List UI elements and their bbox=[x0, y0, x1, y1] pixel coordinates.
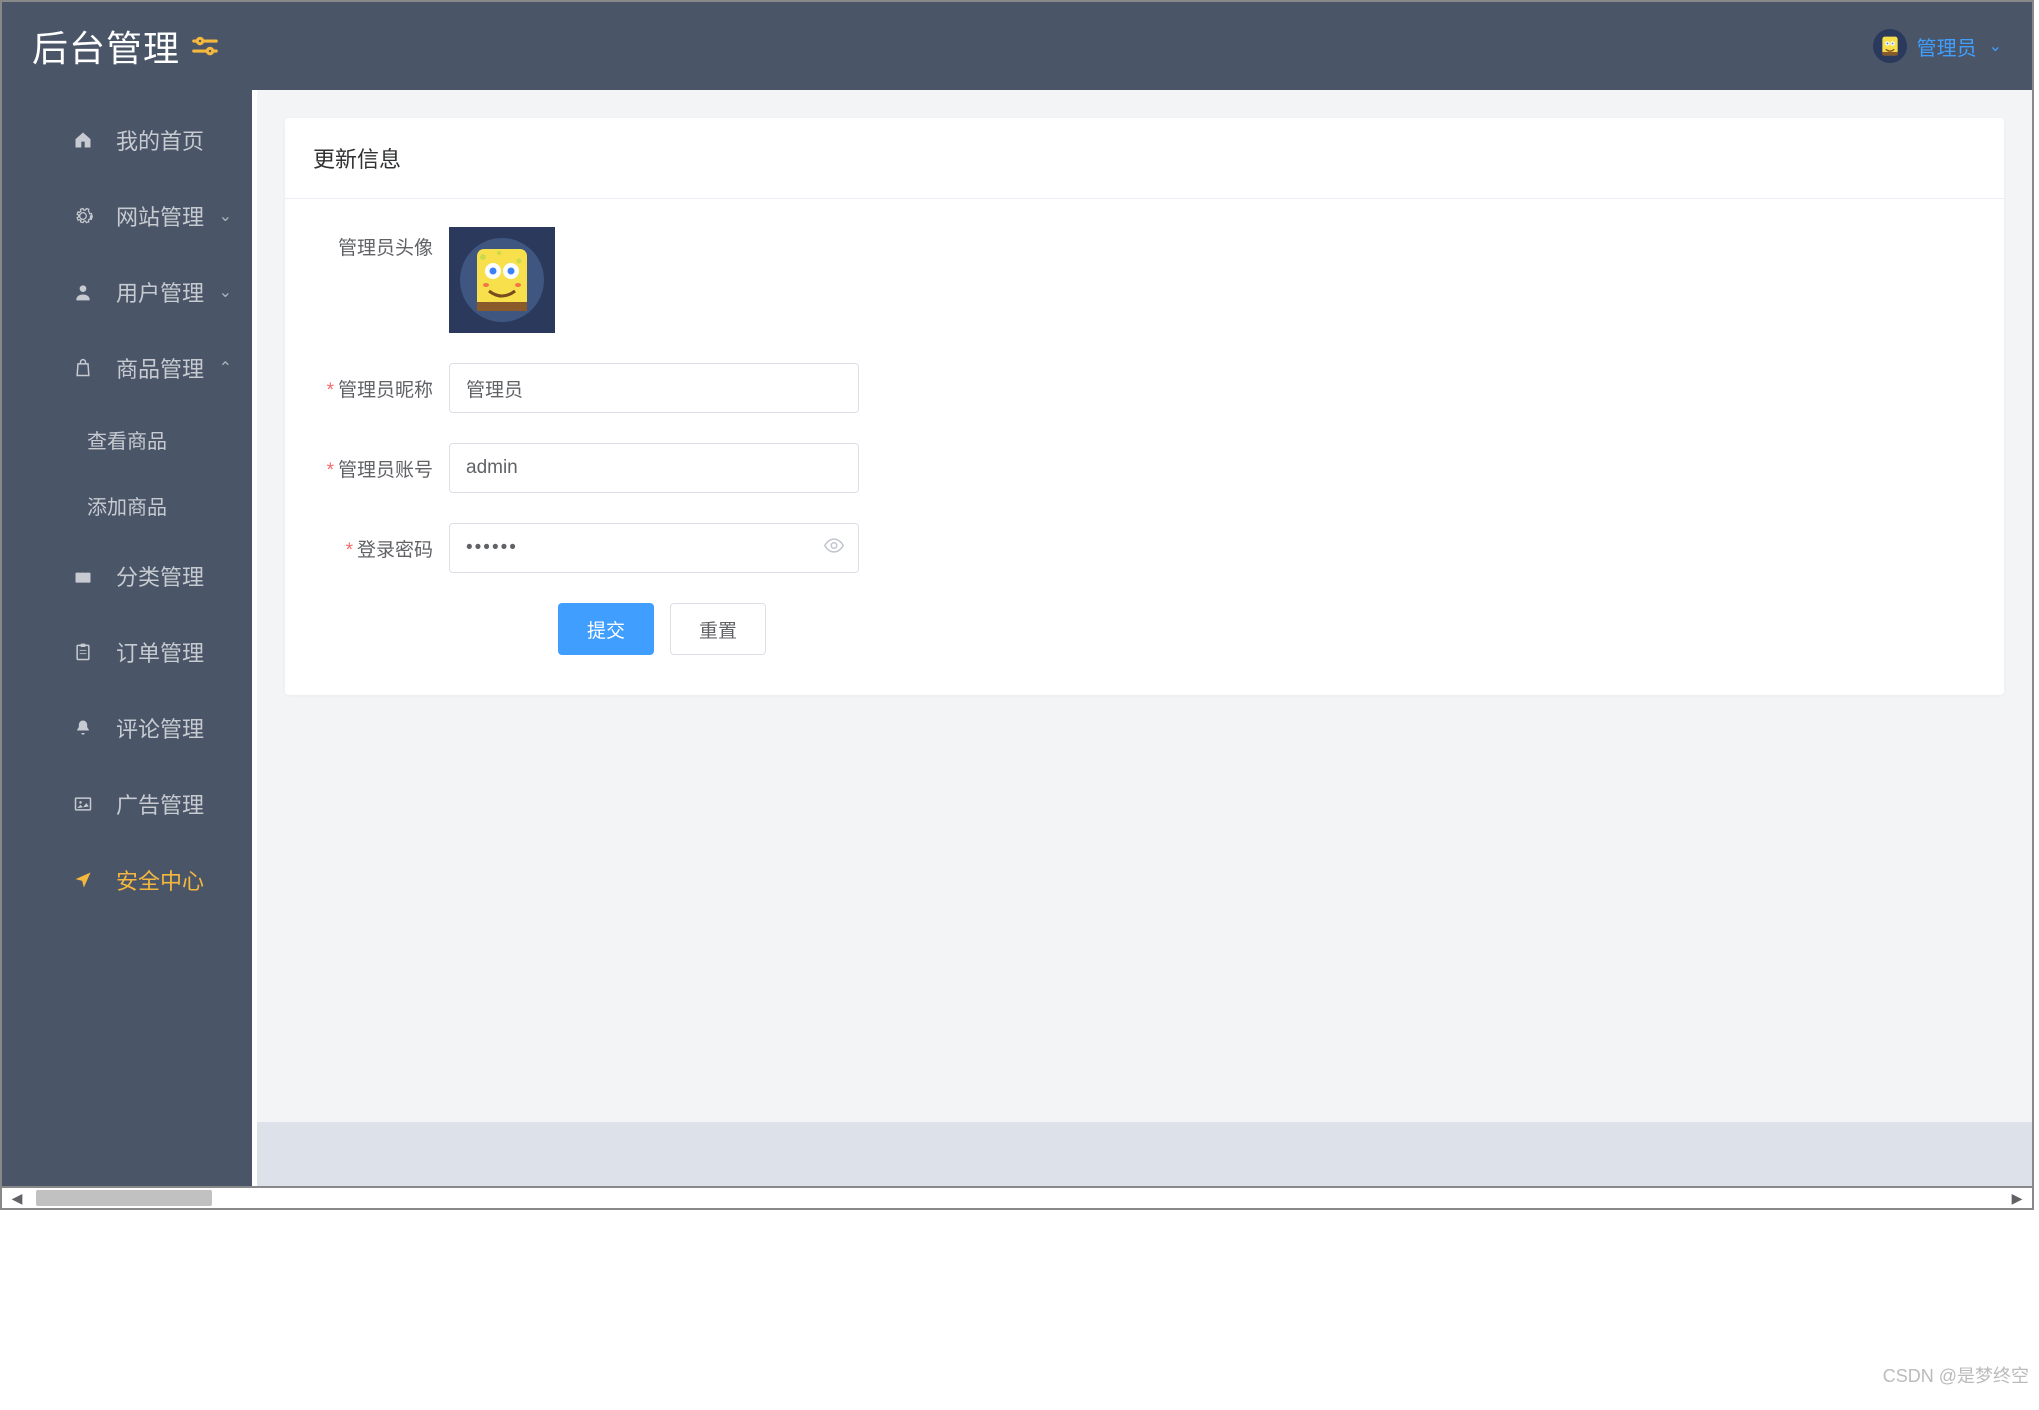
sidebar-item-user[interactable]: 用户管理 ⌄ bbox=[2, 254, 252, 330]
chevron-down-icon: ⌄ bbox=[1989, 36, 2002, 56]
sidebar-sub-add-product[interactable]: 添加商品 bbox=[2, 472, 252, 538]
label-password: *登录密码 bbox=[313, 535, 449, 562]
sidebar-item-ad[interactable]: 广告管理 bbox=[2, 766, 252, 842]
password-input[interactable] bbox=[449, 523, 859, 573]
card-body: 管理员头像 bbox=[285, 199, 2004, 695]
content: 更新信息 管理员头像 bbox=[257, 90, 2032, 1122]
avatar-upload[interactable] bbox=[449, 227, 555, 333]
user-label: 管理员 bbox=[1917, 32, 1977, 61]
label-nickname: *管理员昵称 bbox=[313, 375, 449, 402]
main-area: 更新信息 管理员头像 bbox=[252, 90, 2032, 1186]
body: 我的首页 网站管理 ⌄ 用户管理 ⌄ 商品管理 ⌃ 查看商品 添加商品 bbox=[2, 90, 2032, 1186]
sidebar-item-home[interactable]: 我的首页 bbox=[2, 102, 252, 178]
sliders-icon bbox=[190, 31, 220, 61]
update-card: 更新信息 管理员头像 bbox=[285, 118, 2004, 695]
sidebar-item-site[interactable]: 网站管理 ⌄ bbox=[2, 178, 252, 254]
sidebar-item-security[interactable]: 安全中心 bbox=[2, 842, 252, 918]
watermark: CSDN @是梦终空 bbox=[1883, 1362, 2029, 1388]
bell-icon bbox=[72, 717, 94, 739]
user-menu[interactable]: 管理员 ⌄ bbox=[1873, 29, 2002, 63]
scroll-left-arrow[interactable]: ◀ bbox=[6, 1188, 28, 1208]
eye-icon[interactable] bbox=[823, 535, 845, 562]
sidebar-item-category[interactable]: 分类管理 bbox=[2, 538, 252, 614]
sidebar-item-comment[interactable]: 评论管理 bbox=[2, 690, 252, 766]
chevron-down-icon: ⌄ bbox=[219, 282, 232, 302]
gear-icon bbox=[72, 205, 94, 227]
card-title: 更新信息 bbox=[285, 118, 2004, 199]
label-avatar: 管理员头像 bbox=[313, 227, 449, 260]
sidebar-item-product[interactable]: 商品管理 ⌃ bbox=[2, 330, 252, 406]
user-icon bbox=[72, 281, 94, 303]
sidebar: 我的首页 网站管理 ⌄ 用户管理 ⌄ 商品管理 ⌃ 查看商品 添加商品 bbox=[2, 90, 252, 1186]
submit-button[interactable]: 提交 bbox=[558, 603, 654, 655]
clipboard-icon bbox=[72, 641, 94, 663]
label-account: *管理员账号 bbox=[313, 455, 449, 482]
chevron-up-icon: ⌃ bbox=[219, 358, 232, 378]
row-nickname: *管理员昵称 bbox=[313, 363, 1976, 413]
brand-title: 后台管理 bbox=[32, 20, 180, 72]
bag-icon bbox=[72, 357, 94, 379]
app-frame: 后台管理 管理员 ⌄ bbox=[0, 0, 2034, 1188]
sidebar-item-order[interactable]: 订单管理 bbox=[2, 614, 252, 690]
footer-strip bbox=[257, 1122, 2032, 1186]
send-icon bbox=[72, 869, 94, 891]
avatar-icon bbox=[1873, 29, 1907, 63]
image-icon bbox=[72, 793, 94, 815]
nickname-input[interactable] bbox=[449, 363, 859, 413]
form-actions: 提交 重置 bbox=[313, 603, 1976, 655]
row-avatar: 管理员头像 bbox=[313, 227, 1976, 333]
briefcase-icon bbox=[72, 565, 94, 587]
account-input[interactable] bbox=[449, 443, 859, 493]
chevron-down-icon: ⌄ bbox=[219, 206, 232, 226]
header: 后台管理 管理员 ⌄ bbox=[2, 2, 2032, 90]
row-account: *管理员账号 bbox=[313, 443, 1976, 493]
brand: 后台管理 bbox=[32, 20, 220, 72]
reset-button[interactable]: 重置 bbox=[670, 603, 766, 655]
scroll-thumb[interactable] bbox=[36, 1190, 212, 1206]
home-icon bbox=[72, 129, 94, 151]
sidebar-sub-view-products[interactable]: 查看商品 bbox=[2, 406, 252, 472]
horizontal-scrollbar[interactable]: ◀ ▶ bbox=[0, 1188, 2034, 1210]
row-password: *登录密码 bbox=[313, 523, 1976, 573]
scroll-right-arrow[interactable]: ▶ bbox=[2006, 1188, 2028, 1208]
